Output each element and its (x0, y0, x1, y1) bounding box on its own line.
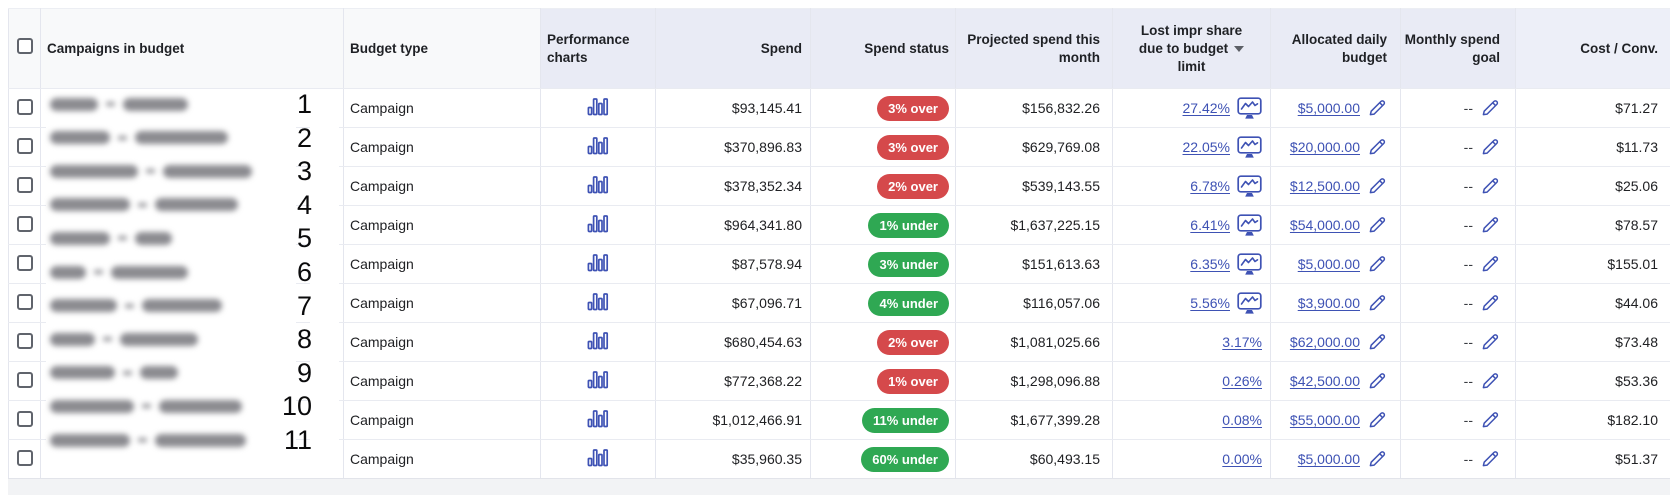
annotation-number: 7 (297, 291, 312, 321)
redacted-campaign-name[interactable] (50, 131, 228, 145)
redacted-text-blob (123, 98, 188, 111)
redacted-text-blob (50, 131, 110, 144)
redacted-campaign-name[interactable] (50, 399, 242, 413)
redacted-text-blob (138, 203, 147, 207)
redacted-text-blob (50, 198, 130, 211)
redacted-text-blob (163, 165, 252, 178)
redacted-text-blob (146, 169, 155, 173)
redacted-text-blob (125, 304, 134, 308)
redacted-text-blob (123, 371, 132, 375)
redacted-campaign-name[interactable] (50, 299, 222, 313)
redacted-campaign-name[interactable] (50, 97, 188, 111)
redacted-text-blob (135, 232, 172, 245)
redacted-text-blob (138, 438, 147, 442)
redacted-text-blob (118, 136, 127, 140)
redacted-text-blob (155, 434, 246, 447)
annotation-number: 10 (282, 391, 312, 421)
redacted-text-blob (50, 232, 110, 245)
redacted-text-blob (50, 299, 117, 312)
name-redaction-overlay: 1 2 3 4 5 6 7 8 (0, 0, 1670, 495)
redacted-text-blob (142, 404, 151, 408)
redacted-text-blob (50, 266, 86, 279)
redacted-text-blob (50, 333, 95, 346)
redacted-text-blob (106, 102, 115, 106)
redacted-text-blob (50, 165, 138, 178)
redacted-text-blob (155, 198, 238, 211)
redacted-text-blob (50, 98, 98, 111)
redacted-campaign-name[interactable] (50, 231, 172, 245)
annotation-number: 6 (297, 257, 312, 287)
redacted-campaign-name[interactable] (50, 198, 238, 212)
budget-report-table-view: Campaigns in budget Budget type Performa… (0, 0, 1670, 495)
annotation-number: 5 (297, 223, 312, 253)
annotation-number: 1 (297, 89, 312, 119)
redacted-text-blob (50, 366, 115, 379)
annotation-number: 8 (297, 324, 312, 354)
redacted-text-blob (94, 270, 103, 274)
redacted-text-blob (142, 299, 222, 312)
annotation-number: 3 (297, 156, 312, 186)
redacted-text-blob (159, 400, 242, 413)
redacted-campaign-name[interactable] (50, 164, 252, 178)
redacted-text-blob (50, 400, 134, 413)
redacted-campaign-name[interactable] (50, 366, 178, 380)
redacted-campaign-name[interactable] (50, 265, 188, 279)
annotation-number: 4 (297, 190, 312, 220)
redacted-text-blob (50, 434, 130, 447)
redacted-text-blob (120, 333, 198, 346)
redacted-campaign-name[interactable] (50, 433, 246, 447)
annotation-number: 9 (297, 358, 312, 388)
redacted-text-blob (111, 266, 188, 279)
annotation-number: 11 (284, 425, 312, 455)
annotation-number: 2 (297, 123, 312, 153)
redacted-text-blob (135, 131, 228, 144)
redacted-campaign-name[interactable] (50, 332, 198, 346)
redacted-text-blob (103, 337, 112, 341)
redacted-text-blob (118, 236, 127, 240)
redacted-text-blob (140, 366, 178, 379)
